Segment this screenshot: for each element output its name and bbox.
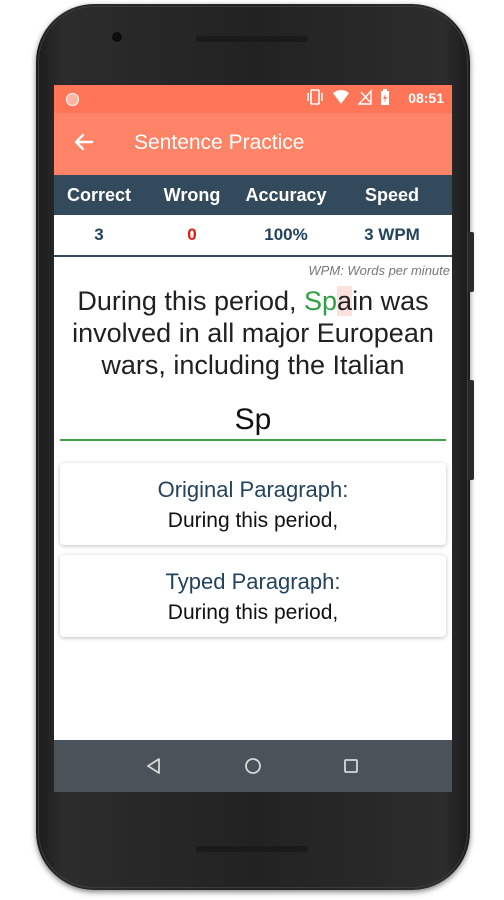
correct-header: Correct bbox=[66, 184, 132, 205]
status-icons bbox=[306, 88, 390, 110]
stats-values-row: 3 0 100% 3 WPM bbox=[54, 215, 452, 257]
current-char-highlight: a bbox=[337, 286, 353, 316]
wrong-header: Wrong bbox=[163, 184, 221, 205]
original-paragraph-card: Original Paragraph: During this period, bbox=[60, 463, 446, 545]
sentence-before: During this period, bbox=[77, 286, 305, 316]
app-screen: 08:51 Sentence Practice Correct Wrong Ac… bbox=[54, 85, 452, 792]
wrong-value: 0 bbox=[187, 225, 197, 244]
status-bar: 08:51 bbox=[54, 85, 452, 113]
stats-header-row: Correct Wrong Accuracy Speed bbox=[54, 175, 452, 215]
bottom-speaker bbox=[196, 846, 308, 852]
system-nav-bar bbox=[54, 740, 452, 792]
battery-icon bbox=[380, 88, 390, 110]
correct-value: 3 bbox=[94, 225, 104, 244]
vibrate-icon bbox=[306, 88, 324, 110]
original-paragraph-text: During this period, bbox=[167, 509, 339, 532]
back-triangle-icon[interactable] bbox=[142, 754, 166, 778]
wpm-footnote: WPM: Words per minute bbox=[308, 263, 450, 278]
speed-value: 3 WPM bbox=[364, 225, 420, 244]
original-paragraph-title: Original Paragraph: bbox=[157, 477, 349, 502]
page-title: Sentence Practice bbox=[134, 131, 305, 154]
speed-header: Speed bbox=[364, 184, 420, 205]
recents-square-icon[interactable] bbox=[339, 754, 363, 778]
volume-button bbox=[468, 380, 474, 480]
top-speaker bbox=[196, 36, 308, 42]
typed-paragraph-title: Typed Paragraph: bbox=[165, 569, 341, 594]
back-arrow-icon[interactable] bbox=[72, 130, 96, 154]
front-camera bbox=[112, 32, 122, 42]
typing-input[interactable]: Sp bbox=[60, 403, 446, 441]
clock: 08:51 bbox=[408, 90, 444, 106]
no-signal-icon bbox=[357, 88, 372, 110]
power-button bbox=[468, 232, 474, 292]
accuracy-header: Accuracy bbox=[245, 184, 327, 205]
typed-paragraph-text: During this period, bbox=[167, 601, 339, 624]
home-circle-icon[interactable] bbox=[241, 754, 265, 778]
notification-icon bbox=[66, 93, 79, 106]
typed-correct-highlight: Sp bbox=[304, 286, 338, 316]
accuracy-value: 100% bbox=[264, 225, 308, 244]
typed-paragraph-card: Typed Paragraph: During this period, bbox=[60, 555, 446, 637]
practice-sentence: During this period, Spain was involved i… bbox=[62, 285, 444, 381]
app-bar: Sentence Practice bbox=[54, 113, 452, 175]
wifi-icon bbox=[332, 89, 350, 110]
